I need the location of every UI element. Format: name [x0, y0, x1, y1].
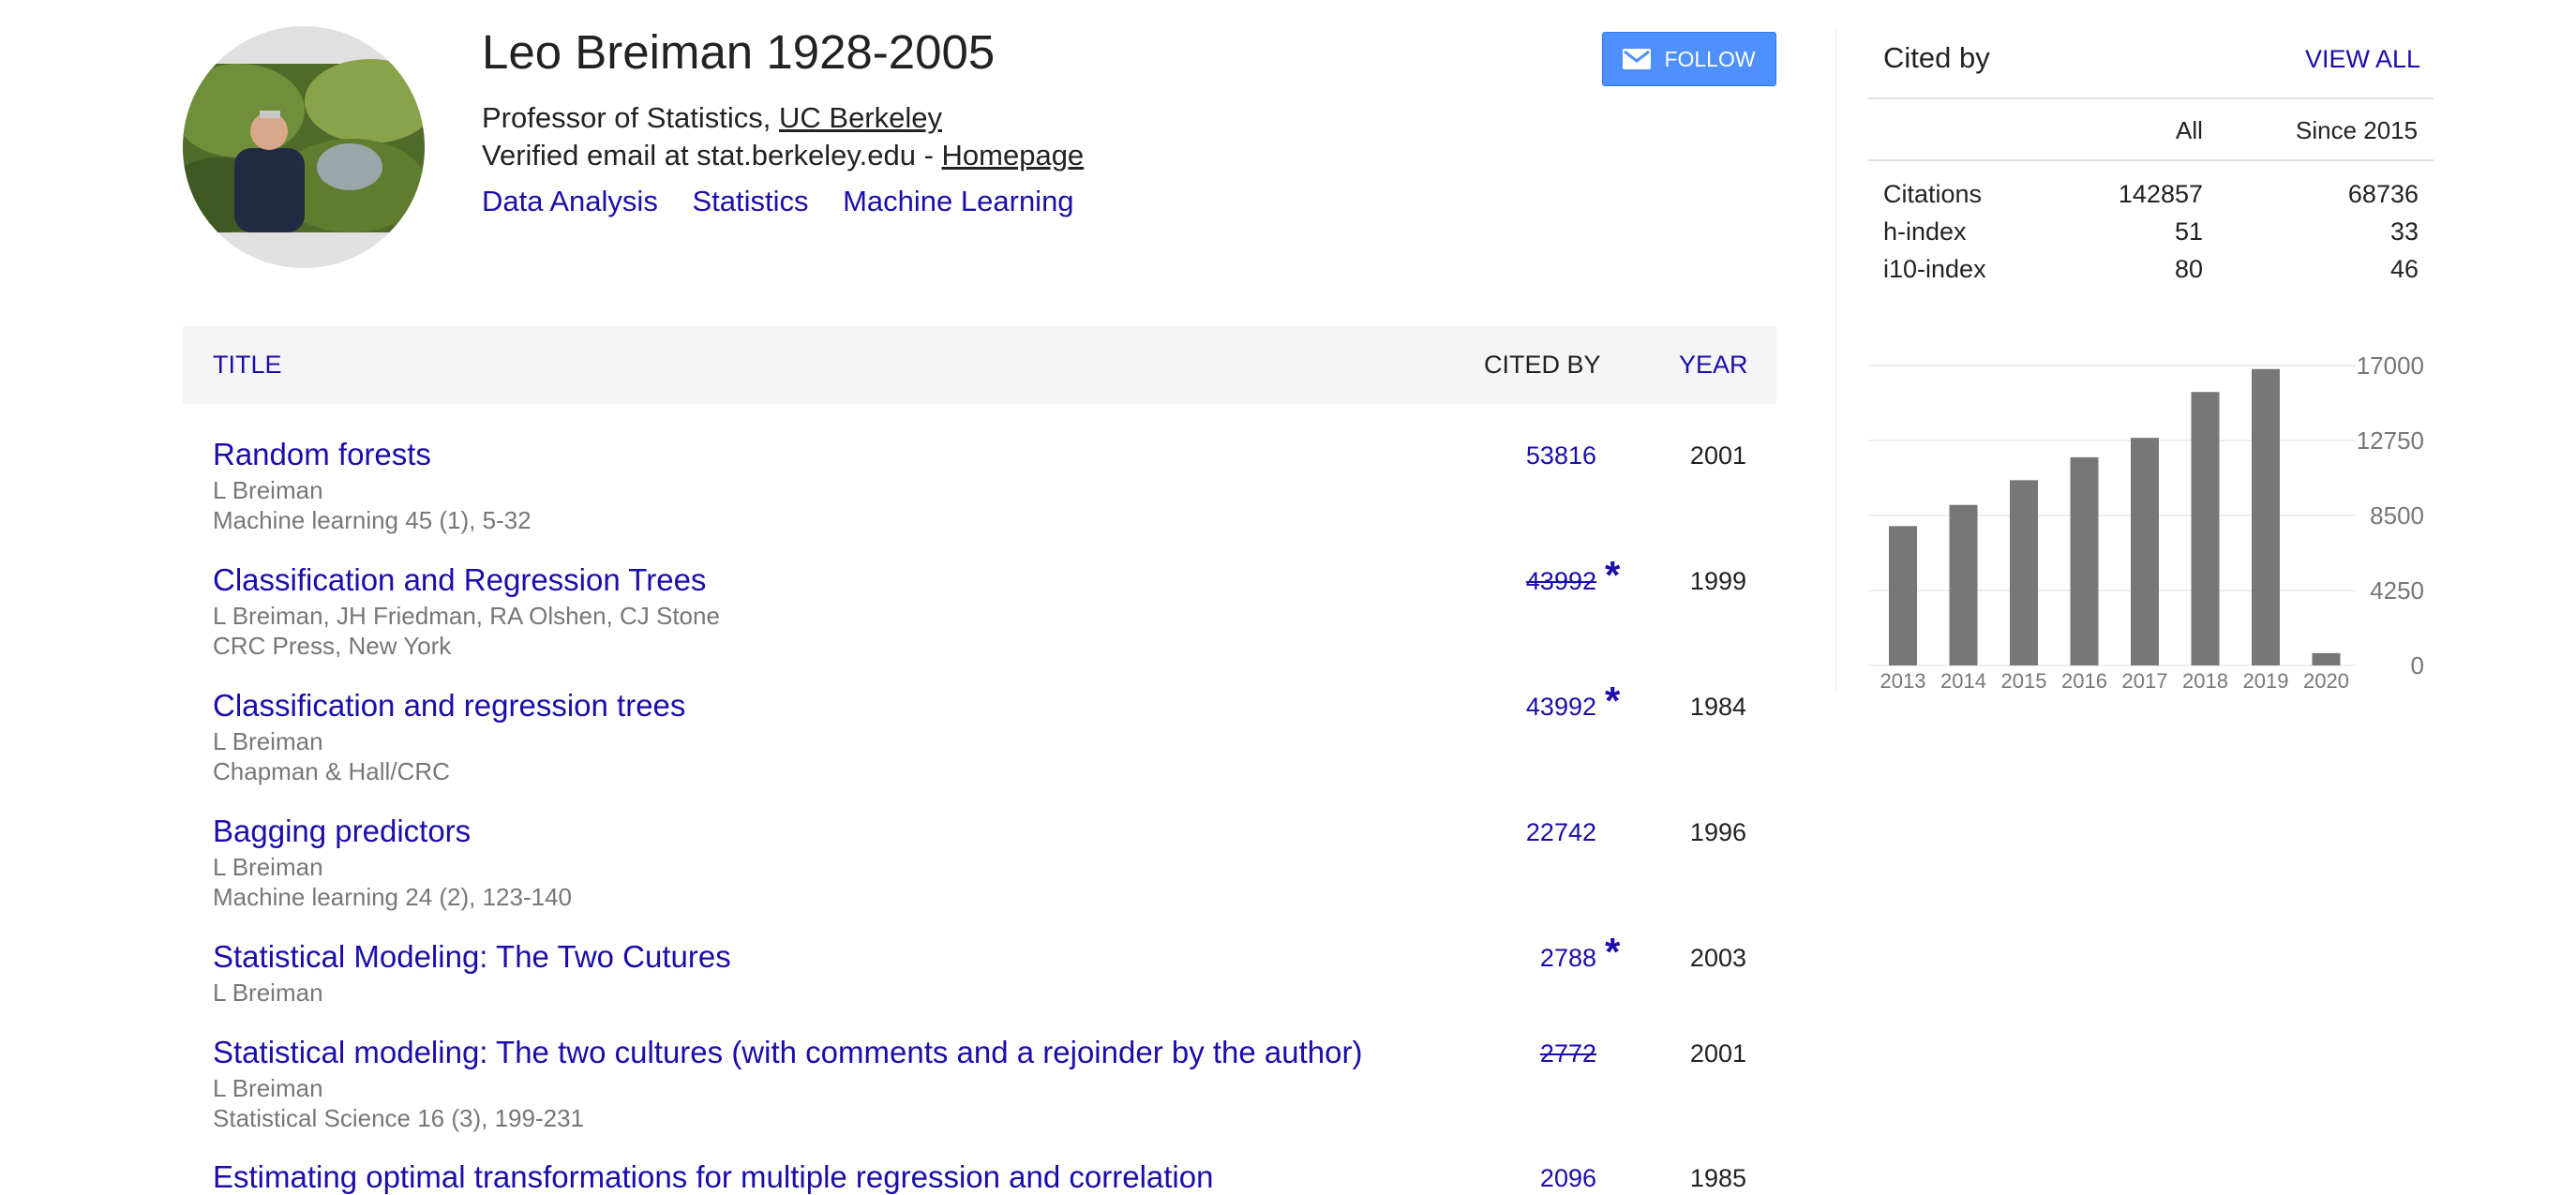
article-title-link[interactable]: Estimating optimal transformations for m… — [213, 1159, 1213, 1195]
article-title-link[interactable]: Statistical Modeling: The Two Cutures — [213, 939, 731, 975]
article-title-link[interactable]: Classification and regression trees — [213, 688, 685, 724]
article-venue: CRC Press, New York — [213, 632, 452, 660]
chart-bar-2019[interactable] — [2252, 368, 2280, 665]
article-year: 1999 — [1689, 567, 1746, 595]
cited-count-link[interactable]: 43992 — [1526, 693, 1596, 722]
avatar — [183, 26, 425, 268]
merged-citations-star[interactable]: * — [1605, 553, 1620, 598]
chart-y-tick-label: 17000 — [2357, 351, 2424, 380]
divider — [1868, 159, 2434, 161]
affiliation: Professor of Statistics, UC Berkeley — [482, 101, 942, 135]
verified-email: Verified email at stat.berkeley.edu - Ho… — [482, 139, 1084, 172]
profile-name: Leo Breiman 1928-2005 — [482, 25, 996, 79]
envelope-icon — [1623, 49, 1652, 69]
article-authors: L Breiman — [213, 978, 323, 1007]
article-title-link[interactable]: Statistical modeling: The two cultures (… — [213, 1035, 1362, 1070]
article-year: 2001 — [1689, 1039, 1746, 1068]
cited-count-link[interactable]: 53816 — [1526, 441, 1596, 471]
citations-bar-chart: 17000 12750 8500 4250 0 2013 2014 2015 2016 2017 2… — [1868, 351, 2424, 693]
article-venue: Statistical Science 16 (3), 199-231 — [213, 1104, 584, 1132]
merged-citations-star[interactable]: * — [1605, 930, 1620, 975]
article-year: 1996 — [1689, 818, 1746, 846]
homepage-link[interactable]: Homepage — [942, 139, 1085, 172]
article-title-link[interactable]: Bagging predictors — [213, 814, 471, 849]
article-authors: L Breiman — [213, 853, 323, 881]
article-title-link[interactable]: Random forests — [213, 437, 431, 472]
chart-y-tick-label: 0 — [2411, 651, 2424, 680]
sort-by-year[interactable]: YEAR — [1679, 351, 1748, 380]
cited-by-title: Cited by — [1883, 41, 1990, 74]
cited-count-link[interactable]: 2096 — [1540, 1164, 1596, 1193]
cited-count-link[interactable]: 2788 — [1540, 944, 1596, 973]
affiliation-prefix: Professor of Statistics, — [482, 101, 779, 134]
stat-label-citations: Citations — [1883, 180, 1983, 208]
follow-label: FOLLOW — [1664, 46, 1756, 71]
chart-bar-2014[interactable] — [1949, 504, 1978, 665]
chart-x-tick-label: 2018 — [2182, 669, 2228, 693]
chart-x-tick-label: 2019 — [2243, 669, 2289, 693]
article-year: 2003 — [1689, 944, 1746, 972]
article-authors: L Breiman — [213, 727, 323, 755]
column-header-all: All — [2176, 116, 2203, 144]
stat-all-citations: 142857 — [2118, 180, 2203, 208]
stat-since-citations: 68736 — [2347, 180, 2419, 208]
research-interests: Data Analysis Statistics Machine Learnin… — [482, 185, 1101, 218]
article-authors: L Breiman — [213, 476, 323, 504]
stat-all-i10-index: 80 — [2174, 255, 2203, 283]
chart-x-tick-label: 2017 — [2122, 669, 2168, 693]
article-venue: Machine learning 45 (1), 5-32 — [213, 506, 532, 534]
chart-x-tick-label: 2013 — [1880, 669, 1926, 693]
chart-y-tick-label: 8500 — [2370, 501, 2424, 530]
article-venue: Machine learning 24 (2), 123-140 — [213, 883, 573, 911]
chart-bar-2016[interactable] — [2070, 456, 2099, 665]
email-text: Verified email at stat.berkeley.edu - — [482, 139, 942, 172]
stat-since-h-index: 33 — [2389, 217, 2419, 246]
merged-citations-star[interactable]: * — [1605, 679, 1620, 724]
stat-all-h-index: 51 — [2174, 217, 2203, 246]
chart-x-tick-label: 2015 — [2001, 669, 2047, 693]
chart-y-tick-label: 12750 — [2357, 426, 2424, 455]
stat-label-i10-index: i10-index — [1883, 255, 1986, 283]
stat-label-h-index: h-index — [1883, 217, 1967, 246]
chart-x-tick-label: 2020 — [2303, 669, 2349, 693]
article-year: 1985 — [1689, 1164, 1746, 1192]
interest-link-statistics[interactable]: Statistics — [692, 185, 808, 217]
chart-bar-2020[interactable] — [2312, 652, 2341, 665]
articles-table-header: TITLE CITED BY YEAR — [183, 326, 1776, 404]
follow-button[interactable]: FOLLOW — [1602, 32, 1776, 86]
article-year: 1984 — [1689, 693, 1746, 721]
chart-bar-2015[interactable] — [2010, 480, 2038, 665]
article-authors: L Breiman — [213, 1074, 323, 1102]
profile-photo-icon — [183, 26, 425, 268]
chart-x-tick-label: 2016 — [2061, 669, 2107, 693]
interest-link-machine-learning[interactable]: Machine Learning — [843, 185, 1073, 217]
chart-bar-2018[interactable] — [2191, 392, 2220, 665]
article-venue: Chapman & Hall/CRC — [213, 757, 450, 785]
chart-bar-2017[interactable] — [2131, 438, 2159, 665]
sort-by-cited[interactable]: CITED BY — [1484, 351, 1601, 380]
chart-y-tick-label: 4250 — [2370, 576, 2424, 605]
article-title-link[interactable]: Classification and Regression Trees — [213, 562, 706, 598]
divider — [1868, 97, 2434, 99]
cited-count-link[interactable]: 43992 — [1526, 567, 1596, 596]
stat-since-i10-index: 46 — [2389, 255, 2419, 283]
view-all-link[interactable]: VIEW ALL — [2305, 45, 2420, 74]
column-header-since: Since 2015 — [2296, 116, 2419, 144]
interest-link-data-analysis[interactable]: Data Analysis — [482, 185, 658, 217]
article-year: 2001 — [1689, 441, 1746, 470]
article-authors: L Breiman, JH Friedman, RA Olshen, CJ St… — [213, 602, 720, 630]
cited-count-link[interactable]: 2772 — [1540, 1039, 1596, 1068]
cited-count-link[interactable]: 22742 — [1526, 818, 1596, 847]
chart-bar-2013[interactable] — [1889, 526, 1917, 665]
chart-x-tick-label: 2014 — [1940, 669, 1986, 693]
sort-by-title[interactable]: TITLE — [213, 351, 282, 380]
affiliation-link[interactable]: UC Berkeley — [779, 101, 942, 134]
panel-divider — [1835, 26, 1836, 692]
